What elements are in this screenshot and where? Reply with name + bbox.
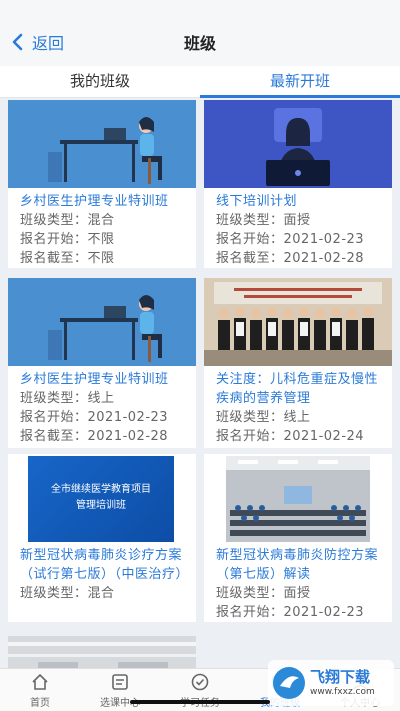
class-title: 乡村医生护理专业特训班 bbox=[20, 194, 169, 209]
enroll-start: 报名开始：不限 bbox=[20, 232, 115, 247]
class-type: 班级类型：混合 bbox=[20, 213, 115, 228]
home-icon bbox=[32, 673, 48, 690]
nav-home-label: 首页 bbox=[30, 697, 50, 709]
tab-latest-classes[interactable]: 最新开班 bbox=[200, 66, 400, 98]
class-thumbnail bbox=[204, 100, 392, 188]
class-card[interactable]: 乡村医生护理专业特训班 班级类型：线上 报名开始：2021-02-23 报名截至… bbox=[8, 278, 196, 448]
enroll-end: 报名截至：2021-02-28 bbox=[20, 429, 169, 444]
watermark-url: www.fxxz.com bbox=[310, 687, 375, 697]
class-card[interactable]: 乡村医生护理专业特训班 班级类型：混合 报名开始：不限 报名截至：不限 bbox=[8, 100, 196, 268]
enroll-start: 报名开始：2021-02-23 bbox=[216, 605, 365, 620]
class-type: 班级类型：面授 bbox=[216, 213, 311, 228]
enroll-end: 报名截至：2021-02-28 bbox=[216, 251, 365, 266]
nav-course-center[interactable]: 选课中心 bbox=[80, 669, 160, 711]
page-title: 班级 bbox=[183, 34, 216, 53]
course-list-icon bbox=[112, 673, 128, 690]
class-thumbnail bbox=[204, 454, 392, 542]
class-card[interactable]: 关注度：儿科危重症及慢性疾病的营养管理 班级类型：线上 报名开始：2021-02… bbox=[204, 278, 392, 448]
class-grid: 乡村医生护理专业特训班 班级类型：混合 报名开始：不限 报名截至：不限 线下培训… bbox=[0, 98, 400, 668]
nav-learning-tasks[interactable]: 学习任务 bbox=[160, 669, 240, 711]
class-type: 班级类型：线上 bbox=[216, 410, 311, 425]
class-thumbnail bbox=[204, 278, 392, 366]
watermark-title: 飞翔下载 bbox=[310, 668, 371, 686]
class-thumbnail bbox=[8, 100, 196, 188]
app-header: 返回 班级 bbox=[0, 0, 400, 66]
tab-bar: 我的班级 最新开班 bbox=[0, 66, 400, 98]
enroll-end: 报名截至：不限 bbox=[20, 251, 115, 266]
class-title: 关注度：儿科危重症及慢性疾病的营养管理 bbox=[216, 372, 379, 406]
training-banner: 全市继续医学教育项目 管理培训班 bbox=[28, 456, 174, 542]
enroll-start: 报名开始：2021-02-23 bbox=[20, 410, 169, 425]
class-card[interactable]: 线下培训计划 班级类型：面授 报名开始：2021-02-23 报名截至：2021… bbox=[204, 100, 392, 268]
class-card[interactable]: 全市继续医学教育项目 管理培训班 新型冠状病毒肺炎诊疗方案（试行第七版）（中医治… bbox=[8, 454, 196, 622]
class-type: 班级类型：线上 bbox=[20, 391, 115, 406]
nav-home[interactable]: 首页 bbox=[0, 669, 80, 711]
banner-line-1: 全市继续医学教育项目 bbox=[51, 484, 151, 495]
site-watermark: 飞翔下载 www.fxxz.com bbox=[268, 660, 394, 706]
class-card[interactable] bbox=[8, 636, 196, 668]
class-title: 线下培训计划 bbox=[216, 194, 298, 209]
class-thumbnail bbox=[8, 636, 196, 668]
class-title: 新型冠状病毒肺炎诊疗方案（试行第七版）（中医治疗） bbox=[20, 548, 190, 582]
class-title: 乡村医生护理专业特训班 bbox=[20, 372, 169, 387]
enroll-start: 报名开始：2021-02-23 bbox=[216, 232, 365, 247]
class-title: 新型冠状病毒肺炎防控方案（第七版）解读 bbox=[216, 548, 379, 582]
banner-line-2: 管理培训班 bbox=[76, 500, 126, 511]
class-thumbnail bbox=[8, 278, 196, 366]
home-indicator bbox=[130, 700, 270, 704]
class-type: 班级类型：面授 bbox=[216, 586, 311, 601]
class-card[interactable]: 新型冠状病毒肺炎防控方案（第七版）解读 班级类型：面授 报名开始：2021-02… bbox=[204, 454, 392, 622]
enroll-start: 报名开始：2021-02-24 bbox=[216, 429, 365, 444]
class-type: 班级类型：混合 bbox=[20, 586, 115, 601]
class-thumbnail: 全市继续医学教育项目 管理培训班 bbox=[8, 454, 196, 542]
tab-my-classes[interactable]: 我的班级 bbox=[0, 66, 200, 97]
watermark-logo-icon bbox=[273, 667, 305, 699]
check-circle-icon bbox=[191, 673, 209, 690]
